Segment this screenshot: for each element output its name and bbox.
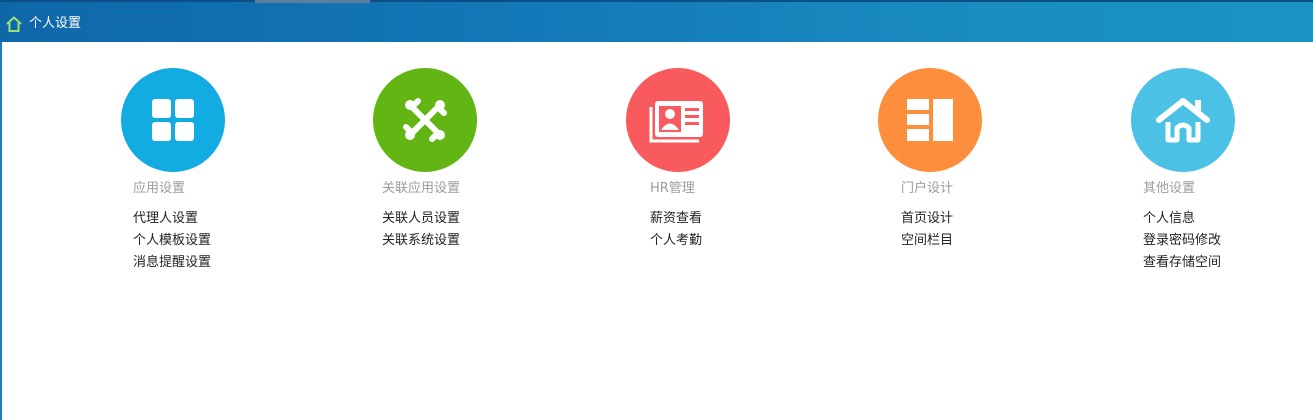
joomla-icon[interactable] <box>373 68 477 172</box>
grid-icon[interactable] <box>121 68 225 172</box>
link-personal-template[interactable]: 个人模板设置 <box>133 230 211 252</box>
section-title: 其他设置 <box>1143 181 1196 196</box>
link-salary-view[interactable]: 薪资查看 <box>650 208 702 230</box>
link-related-system[interactable]: 关联系统设置 <box>382 230 460 252</box>
section-title: 关联应用设置 <box>382 181 461 196</box>
section-title: 应用设置 <box>133 181 186 196</box>
house-icon[interactable] <box>1131 68 1235 172</box>
left-border <box>0 42 2 420</box>
page-title: 个人设置 <box>29 16 82 31</box>
link-related-personnel[interactable]: 关联人员设置 <box>382 208 460 230</box>
link-space-columns[interactable]: 空间栏目 <box>901 230 953 252</box>
link-homepage-design[interactable]: 首页设计 <box>901 208 953 230</box>
link-view-storage[interactable]: 查看存储空间 <box>1143 252 1221 274</box>
link-personal-attendance[interactable]: 个人考勤 <box>650 230 702 252</box>
link-personal-info[interactable]: 个人信息 <box>1143 208 1221 230</box>
layout-columns-icon[interactable] <box>878 68 982 172</box>
link-proxy-settings[interactable]: 代理人设置 <box>133 208 211 230</box>
active-tab-indicator <box>255 0 370 3</box>
id-card-icon[interactable] <box>626 68 730 172</box>
section-title: HR管理 <box>650 181 695 196</box>
section-title: 门户设计 <box>901 181 954 196</box>
header-bar: 个人设置 <box>0 0 1313 42</box>
link-message-reminder[interactable]: 消息提醒设置 <box>133 252 211 274</box>
link-change-password[interactable]: 登录密码修改 <box>1143 230 1221 252</box>
home-icon[interactable] <box>5 15 23 33</box>
